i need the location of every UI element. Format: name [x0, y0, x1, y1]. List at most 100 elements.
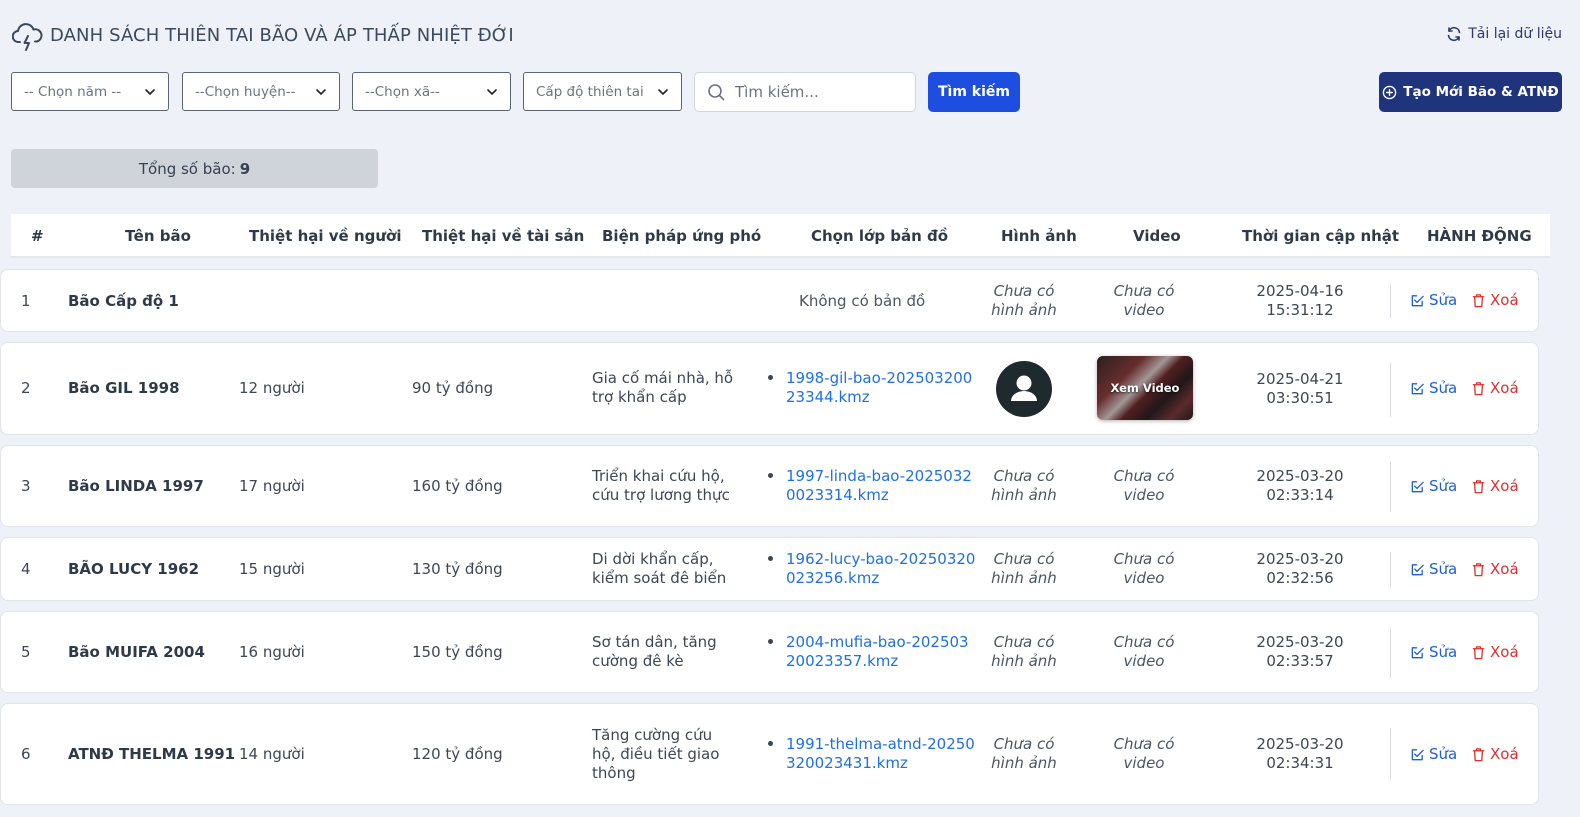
edit-icon — [1411, 480, 1424, 492]
row-index: 6 — [21, 745, 31, 763]
year-select-value: -- Chọn năm -- — [24, 83, 122, 100]
row-time: 02:33:57 — [1266, 652, 1334, 670]
edit-button[interactable]: Sửa — [1410, 379, 1457, 397]
row-casualties-value: 16 người — [239, 643, 305, 661]
search-input[interactable] — [735, 83, 905, 101]
chevron-down-icon — [487, 89, 497, 96]
row-updated: 2025-03-20 02:33:14 — [1250, 467, 1350, 505]
commune-select[interactable]: --Chọn xã-- — [352, 72, 511, 111]
storm-image-thumbnail[interactable] — [996, 361, 1052, 417]
bullet — [768, 375, 773, 380]
row-no-video: Chưa có video — [1113, 633, 1175, 670]
create-storm-label: Tạo Mới Bão & ATNĐ — [1403, 84, 1559, 100]
delete-button[interactable]: Xoá — [1471, 560, 1519, 578]
chevron-down-icon — [316, 89, 326, 96]
row-time: 15:31:12 — [1266, 301, 1334, 319]
trash-icon — [1472, 645, 1485, 659]
edit-button[interactable]: Sửa — [1410, 643, 1457, 661]
row-response-measures: Tăng cường cứu hộ, điều tiết giao thông — [592, 726, 720, 782]
search-icon — [708, 84, 725, 101]
storm-cloud-icon — [12, 23, 43, 51]
edit-button[interactable]: Sửa — [1410, 745, 1457, 763]
row-date: 2025-03-20 — [1256, 735, 1344, 753]
col-updated: Thời gian cập nhật — [1242, 227, 1400, 245]
delete-label: Xoá — [1490, 745, 1519, 763]
delete-button[interactable]: Xoá — [1471, 643, 1519, 661]
row-response-measures: Triển khai cứu hộ, cứu trợ lương thực — [592, 467, 730, 504]
map-file-link[interactable]: 1991-thelma-atnd-20250320023431.kmz — [786, 735, 976, 773]
col-people-label: Thiệt hại về người — [249, 227, 402, 245]
delete-button[interactable]: Xoá — [1471, 477, 1519, 495]
disaster-level-select-value: Cấp độ thiên tai — [536, 83, 644, 100]
edit-label: Sửa — [1429, 379, 1458, 397]
table-row: 4 BÃO LUCY 1962 15 người 130 tỷ đồng Di … — [0, 537, 1539, 601]
delete-button[interactable]: Xoá — [1471, 745, 1519, 763]
create-storm-button[interactable]: Tạo Mới Bão & ATNĐ — [1379, 72, 1562, 112]
col-people: Thiệt hại về người — [249, 227, 419, 245]
row-casualties-value: 12 người — [239, 379, 305, 397]
row-response-measures: Sơ tán dân, tăng cường đê kè — [592, 633, 717, 670]
row-time: 02:34:31 — [1266, 754, 1334, 772]
row-date: 2025-03-20 — [1256, 633, 1344, 651]
bullet — [768, 741, 773, 746]
row-casualties: 17 người — [239, 477, 389, 495]
row-casualties: 12 người — [239, 379, 389, 397]
map-file-link[interactable]: 1997-linda-bao-20250320023314.kmz — [786, 467, 976, 505]
edit-icon — [1411, 382, 1424, 394]
row-updated: 2025-04-21 03:30:51 — [1250, 370, 1350, 408]
row-casualties-value: 17 người — [239, 477, 305, 495]
district-select[interactable]: --Chọn huyện-- — [182, 72, 340, 111]
row-property-damage: 90 tỷ đồng — [412, 379, 494, 397]
row-time: 02:32:56 — [1266, 569, 1334, 587]
edit-label: Sửa — [1429, 291, 1458, 309]
total-count: 9 — [239, 159, 251, 178]
total-label: Tổng số bão: — [138, 159, 236, 178]
edit-button[interactable]: Sửa — [1410, 560, 1457, 578]
row-index: 1 — [21, 292, 31, 310]
row-response-measures: Gia cố mái nhà, hỗ trợ khẩn cấp — [592, 369, 734, 406]
row-casualties-value: 14 người — [239, 745, 305, 763]
edit-button[interactable]: Sửa — [1410, 477, 1457, 495]
row-updated: 2025-03-20 02:32:56 — [1250, 550, 1350, 588]
user-avatar-icon — [1011, 375, 1037, 401]
row-no-video: Chưa có video — [1113, 282, 1175, 319]
delete-button[interactable]: Xoá — [1471, 291, 1519, 309]
reload-button[interactable]: Tải lại dữ liệu — [1446, 26, 1562, 42]
row-property-damage: 130 tỷ đồng — [412, 560, 503, 578]
row-no-video: Chưa có video — [1113, 735, 1175, 772]
table-header: # Tên bão Thiệt hại về người Thiệt hại v… — [11, 214, 1550, 258]
divider — [1390, 728, 1391, 780]
row-time: 03:30:51 — [1266, 389, 1334, 407]
reload-label: Tải lại dữ liệu — [1468, 26, 1562, 42]
filter-bar: -- Chọn năm -- --Chọn huyện-- --Chọn xã-… — [11, 72, 1562, 112]
delete-button[interactable]: Xoá — [1471, 379, 1519, 397]
row-no-image: Chưa có hình ảnh — [991, 550, 1057, 587]
map-file-link[interactable]: 2004-mufia-bao-20250320023357.kmz — [786, 633, 976, 671]
row-date: 2025-03-20 — [1256, 467, 1344, 485]
trash-icon — [1472, 747, 1485, 761]
row-property-damage: 120 tỷ đồng — [412, 745, 503, 763]
row-property-damage: 160 tỷ đồng — [412, 477, 503, 495]
row-date: 2025-04-16 — [1256, 282, 1344, 300]
map-file-link[interactable]: 1998-gil-bao-20250320023344.kmz — [786, 369, 976, 407]
col-assets: Thiệt hại về tài sản — [422, 227, 585, 245]
row-casualties: 16 người — [239, 643, 389, 661]
edit-button[interactable]: Sửa — [1410, 291, 1457, 309]
search-button[interactable]: Tìm kiếm — [928, 72, 1020, 112]
refresh-icon — [1447, 26, 1461, 42]
edit-label: Sửa — [1429, 560, 1458, 578]
row-storm-name: Bão Cấp độ 1 — [68, 292, 179, 310]
delete-label: Xoá — [1490, 643, 1519, 661]
bullet — [768, 639, 773, 644]
row-no-image: Chưa có hình ảnh — [991, 735, 1057, 772]
disaster-level-select[interactable]: Cấp độ thiên tai — [523, 72, 682, 111]
row-storm-name: Bão LINDA 1997 — [68, 477, 204, 495]
table-row: 3 Bão LINDA 1997 17 người 160 tỷ đồng Tr… — [0, 445, 1539, 527]
video-thumbnail[interactable]: Xem Video — [1097, 356, 1193, 420]
delete-label: Xoá — [1490, 291, 1519, 309]
map-file-link[interactable]: 1962-lucy-bao-20250320023256.kmz — [786, 550, 976, 588]
edit-label: Sửa — [1429, 745, 1458, 763]
year-select[interactable]: -- Chọn năm -- — [11, 72, 169, 111]
trash-icon — [1472, 381, 1485, 395]
edit-label: Sửa — [1429, 477, 1458, 495]
